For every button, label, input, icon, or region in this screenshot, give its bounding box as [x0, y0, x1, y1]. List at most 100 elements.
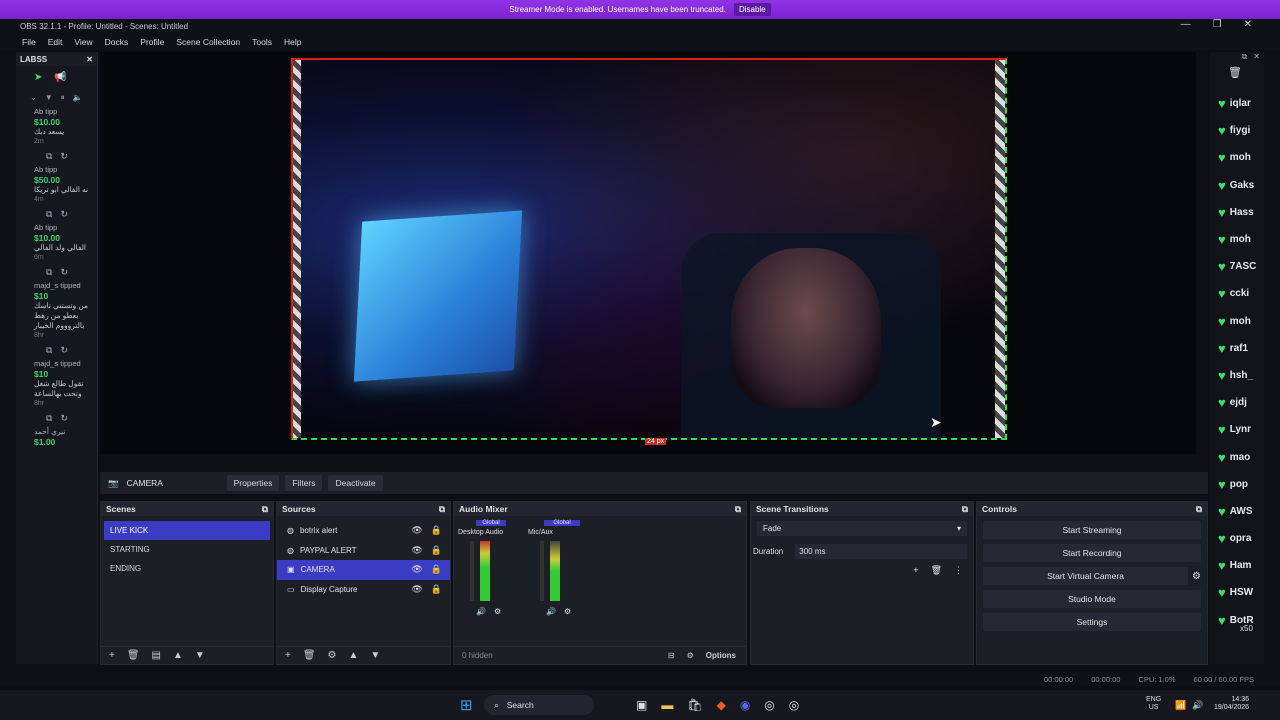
- copy-icon[interactable]: ⧉: [46, 209, 52, 219]
- replay-icon[interactable]: ↻: [60, 267, 68, 277]
- volume-slider[interactable]: [540, 541, 544, 601]
- trash-icon[interactable]: 🗑: [303, 650, 316, 661]
- move-down-icon[interactable]: ▼: [195, 650, 205, 661]
- source-item-display-capture[interactable]: ▭ Display Capture 👁 🔒: [277, 580, 450, 600]
- copy-icon[interactable]: ⧉: [46, 413, 52, 423]
- add-icon[interactable]: +: [285, 650, 291, 661]
- visibility-eye-icon[interactable]: 👁: [411, 525, 422, 536]
- replay-icon[interactable]: ↻: [60, 151, 68, 161]
- close-button[interactable]: ✕: [1244, 19, 1252, 30]
- selection-bounding-box[interactable]: [291, 58, 1007, 440]
- brave-icon[interactable]: ◆: [717, 698, 726, 712]
- pause-icon[interactable]: ⏸: [61, 93, 65, 103]
- visibility-eye-icon[interactable]: 👁: [411, 564, 422, 575]
- lock-icon[interactable]: 🔒: [431, 545, 442, 556]
- menu-scene-collection[interactable]: Scene Collection: [176, 37, 240, 47]
- move-up-icon[interactable]: ▲: [173, 650, 183, 661]
- store-icon[interactable]: 🛍: [687, 698, 702, 712]
- menu-docks[interactable]: Docks: [105, 37, 129, 47]
- trash-icon[interactable]: 🗑: [931, 565, 942, 576]
- megaphone-icon[interactable]: 📢: [54, 72, 66, 83]
- settings-gear-icon[interactable]: ⚙: [328, 650, 337, 661]
- filters-button[interactable]: Filters: [285, 475, 323, 491]
- add-icon[interactable]: +: [109, 650, 115, 661]
- source-item-camera[interactable]: ▣ CAMERA 👁 🔒: [277, 560, 450, 580]
- menu-edit[interactable]: Edit: [48, 37, 63, 47]
- scene-item-ending[interactable]: ENDING: [104, 559, 270, 578]
- options-button[interactable]: Options: [706, 651, 736, 660]
- app-icon[interactable]: ◎: [789, 698, 799, 712]
- advanced-audio-icon[interactable]: ⚙: [687, 651, 694, 660]
- minimize-button[interactable]: —: [1181, 19, 1191, 30]
- properties-button[interactable]: Properties: [226, 475, 280, 491]
- studio-mode-button[interactable]: Studio Mode: [983, 590, 1201, 608]
- volume-icon[interactable]: 🔈: [73, 93, 83, 103]
- taskbar-search[interactable]: ⌕ Search: [484, 695, 594, 715]
- lock-icon[interactable]: 🔒: [431, 525, 442, 536]
- move-down-icon[interactable]: ▼: [370, 650, 380, 661]
- chevron-down-icon[interactable]: ⌄: [30, 93, 37, 103]
- hidden-count[interactable]: 0 hidden: [462, 651, 493, 660]
- transition-select[interactable]: Fade ▾: [757, 521, 967, 536]
- duration-input[interactable]: 300 ms: [795, 544, 967, 559]
- language-indicator[interactable]: ENG US: [1146, 696, 1161, 712]
- close-icon[interactable]: ✕: [1253, 52, 1260, 66]
- replay-icon[interactable]: ↻: [60, 413, 68, 423]
- send-icon[interactable]: ➤: [34, 72, 42, 83]
- add-transition-icon[interactable]: +: [913, 565, 918, 576]
- trash-icon[interactable]: 🗑: [127, 650, 140, 661]
- maximize-button[interactable]: ❐: [1213, 19, 1222, 30]
- channel-settings-icon[interactable]: ⚙: [494, 607, 501, 616]
- channel-name[interactable]: Desktop Audio: [458, 529, 516, 536]
- menu-profile[interactable]: Profile: [140, 37, 164, 47]
- filter-icon[interactable]: ▼: [45, 93, 53, 103]
- mute-icon[interactable]: 🔊: [476, 607, 486, 616]
- volume-slider[interactable]: [470, 541, 474, 601]
- scene-filter-icon[interactable]: ▤: [152, 650, 161, 661]
- lock-icon[interactable]: 🔒: [431, 584, 442, 595]
- lock-icon[interactable]: 🔒: [431, 564, 442, 575]
- channel-name[interactable]: Mic/Aux: [528, 529, 586, 536]
- obs-icon[interactable]: ◎: [764, 698, 774, 712]
- discord-icon[interactable]: ◉: [740, 698, 750, 712]
- task-view-icon[interactable]: ▣: [636, 698, 647, 712]
- undock-icon[interactable]: ⧉: [1196, 504, 1202, 515]
- trash-icon[interactable]: 🗑: [1210, 66, 1264, 90]
- replay-icon[interactable]: ↻: [60, 209, 68, 219]
- move-up-icon[interactable]: ▲: [349, 650, 359, 661]
- channel-settings-icon[interactable]: ⚙: [564, 607, 571, 616]
- copy-icon[interactable]: ⧉: [46, 345, 52, 355]
- start-streaming-button[interactable]: Start Streaming: [983, 521, 1201, 539]
- folder-icon[interactable]: ▬: [661, 698, 673, 712]
- undock-icon[interactable]: ⧉: [439, 504, 445, 515]
- menu-file[interactable]: File: [22, 37, 36, 47]
- undock-icon[interactable]: ⧉: [962, 504, 968, 515]
- system-tray[interactable]: 📶 🔊: [1175, 700, 1203, 711]
- visibility-eye-icon[interactable]: 👁: [411, 545, 422, 556]
- copy-icon[interactable]: ⧉: [46, 151, 52, 161]
- scene-item-live-kick[interactable]: LIVE KICK: [104, 521, 270, 540]
- disable-button[interactable]: Disable: [733, 3, 771, 16]
- start-virtual-camera-button[interactable]: Start Virtual Camera: [983, 567, 1189, 585]
- more-options-icon[interactable]: ⋮: [954, 565, 963, 576]
- settings-button[interactable]: Settings: [983, 613, 1201, 631]
- deactivate-button[interactable]: Deactivate: [328, 475, 383, 491]
- undock-icon[interactable]: ⧉: [735, 504, 741, 515]
- clock[interactable]: 14:36 19/04/2026: [1214, 696, 1249, 712]
- layout-icon[interactable]: ⊟: [668, 651, 675, 660]
- start-menu-icon[interactable]: ⊞: [460, 696, 473, 714]
- copy-icon[interactable]: ⧉: [46, 267, 52, 277]
- menu-tools[interactable]: Tools: [252, 37, 272, 47]
- close-icon[interactable]: ✕: [86, 55, 93, 64]
- visibility-eye-icon[interactable]: 👁: [411, 584, 422, 595]
- replay-icon[interactable]: ↻: [60, 345, 68, 355]
- start-recording-button[interactable]: Start Recording: [983, 544, 1201, 562]
- menu-view[interactable]: View: [74, 37, 92, 47]
- menu-help[interactable]: Help: [284, 37, 301, 47]
- source-item-botrix-alert[interactable]: ◍ botrix alert 👁 🔒: [277, 521, 450, 541]
- scene-item-starting[interactable]: STARTING: [104, 540, 270, 559]
- virtual-camera-settings-icon[interactable]: ⚙: [1192, 571, 1201, 582]
- undock-icon[interactable]: ⧉: [1242, 52, 1248, 66]
- source-item-paypal-alert[interactable]: ◍ PAYPAL ALERT 👁 🔒: [277, 541, 450, 561]
- undock-icon[interactable]: ⧉: [262, 504, 268, 515]
